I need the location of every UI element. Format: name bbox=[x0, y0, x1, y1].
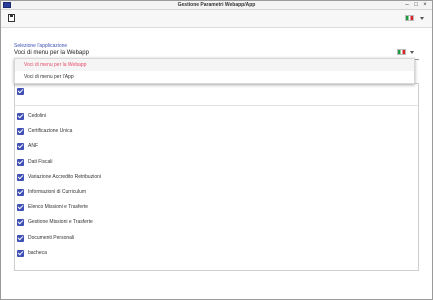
list-item[interactable]: ANF bbox=[17, 141, 397, 153]
item-checkbox[interactable] bbox=[17, 249, 24, 257]
item-checkbox[interactable] bbox=[17, 173, 24, 181]
item-label: Dati Fiscali bbox=[28, 158, 53, 165]
selector-dropdown: Voci di menu per la Webapp Voci di menu … bbox=[14, 58, 415, 84]
item-label: ANF bbox=[28, 143, 38, 150]
selector-label: Selezione l'applicazione bbox=[14, 43, 68, 49]
list-item[interactable]: Certificazione Unica bbox=[17, 126, 397, 138]
item-checkbox[interactable] bbox=[17, 158, 24, 166]
item-label: Informazioni di Curriculum bbox=[28, 189, 87, 195]
list-item[interactable]: Documenti Personali bbox=[17, 233, 397, 245]
item-checkbox[interactable] bbox=[17, 143, 24, 151]
italy-flag-icon[interactable] bbox=[405, 15, 414, 21]
selector-value[interactable]: Voci di menu per la Webapp bbox=[14, 50, 89, 56]
italy-flag-icon bbox=[397, 49, 406, 55]
item-label: Elenco Missioni e Trasferte bbox=[28, 204, 89, 211]
item-checkbox[interactable] bbox=[17, 113, 24, 120]
select-all-checkbox[interactable] bbox=[17, 88, 24, 95]
window-title: Gestione Parametri Webapp/App bbox=[177, 2, 256, 8]
item-label: Cedolini bbox=[28, 113, 47, 119]
item-checkbox[interactable] bbox=[17, 234, 24, 242]
item-label: Variazione Accredito Retribuzioni bbox=[28, 173, 102, 180]
close-icon[interactable]: × bbox=[421, 1, 429, 9]
minimize-icon[interactable]: – bbox=[403, 1, 411, 9]
item-label: Certificazione Unica bbox=[28, 128, 73, 135]
list-item[interactable]: Variazione Accredito Retribuzioni bbox=[17, 172, 397, 184]
list-item[interactable]: Informazioni di Curriculum bbox=[17, 187, 397, 199]
chevron-down-icon[interactable] bbox=[410, 51, 414, 54]
item-label: bacheca bbox=[28, 249, 47, 256]
title-bar: Gestione Parametri Webapp/App – □ × bbox=[1, 1, 432, 10]
chevron-down-icon[interactable] bbox=[420, 17, 424, 20]
list-item[interactable]: Elenco Missioni e Trasferte bbox=[17, 202, 397, 214]
item-checkbox[interactable] bbox=[17, 204, 24, 212]
menu-items-panel: Cedolini Certificazione Unica ANF Dati Fisc… bbox=[14, 83, 419, 271]
list-item[interactable]: Dati Fiscali bbox=[17, 157, 397, 169]
app-window: Gestione Parametri Webapp/App – □ × Sele… bbox=[0, 0, 433, 300]
item-label: Documenti Personali bbox=[28, 234, 75, 241]
list-item[interactable]: bacheca bbox=[17, 248, 397, 260]
divider bbox=[15, 105, 418, 106]
item-label: Gestione Missioni e Trasferte bbox=[28, 219, 93, 226]
select-all-row[interactable] bbox=[17, 86, 397, 98]
save-icon[interactable] bbox=[8, 14, 15, 22]
toolbar bbox=[1, 10, 432, 28]
item-checkbox[interactable] bbox=[17, 219, 24, 227]
item-checkbox[interactable] bbox=[17, 189, 24, 196]
option-webapp[interactable]: Voci di menu per la Webapp bbox=[15, 59, 414, 71]
option-app[interactable]: Voci di menu per l'App bbox=[15, 71, 414, 83]
list-item[interactable]: Cedolini bbox=[17, 111, 397, 123]
item-checkbox[interactable] bbox=[17, 128, 24, 136]
list-item[interactable]: Gestione Missioni e Trasferte bbox=[17, 217, 397, 229]
maximize-icon[interactable]: □ bbox=[412, 1, 420, 9]
